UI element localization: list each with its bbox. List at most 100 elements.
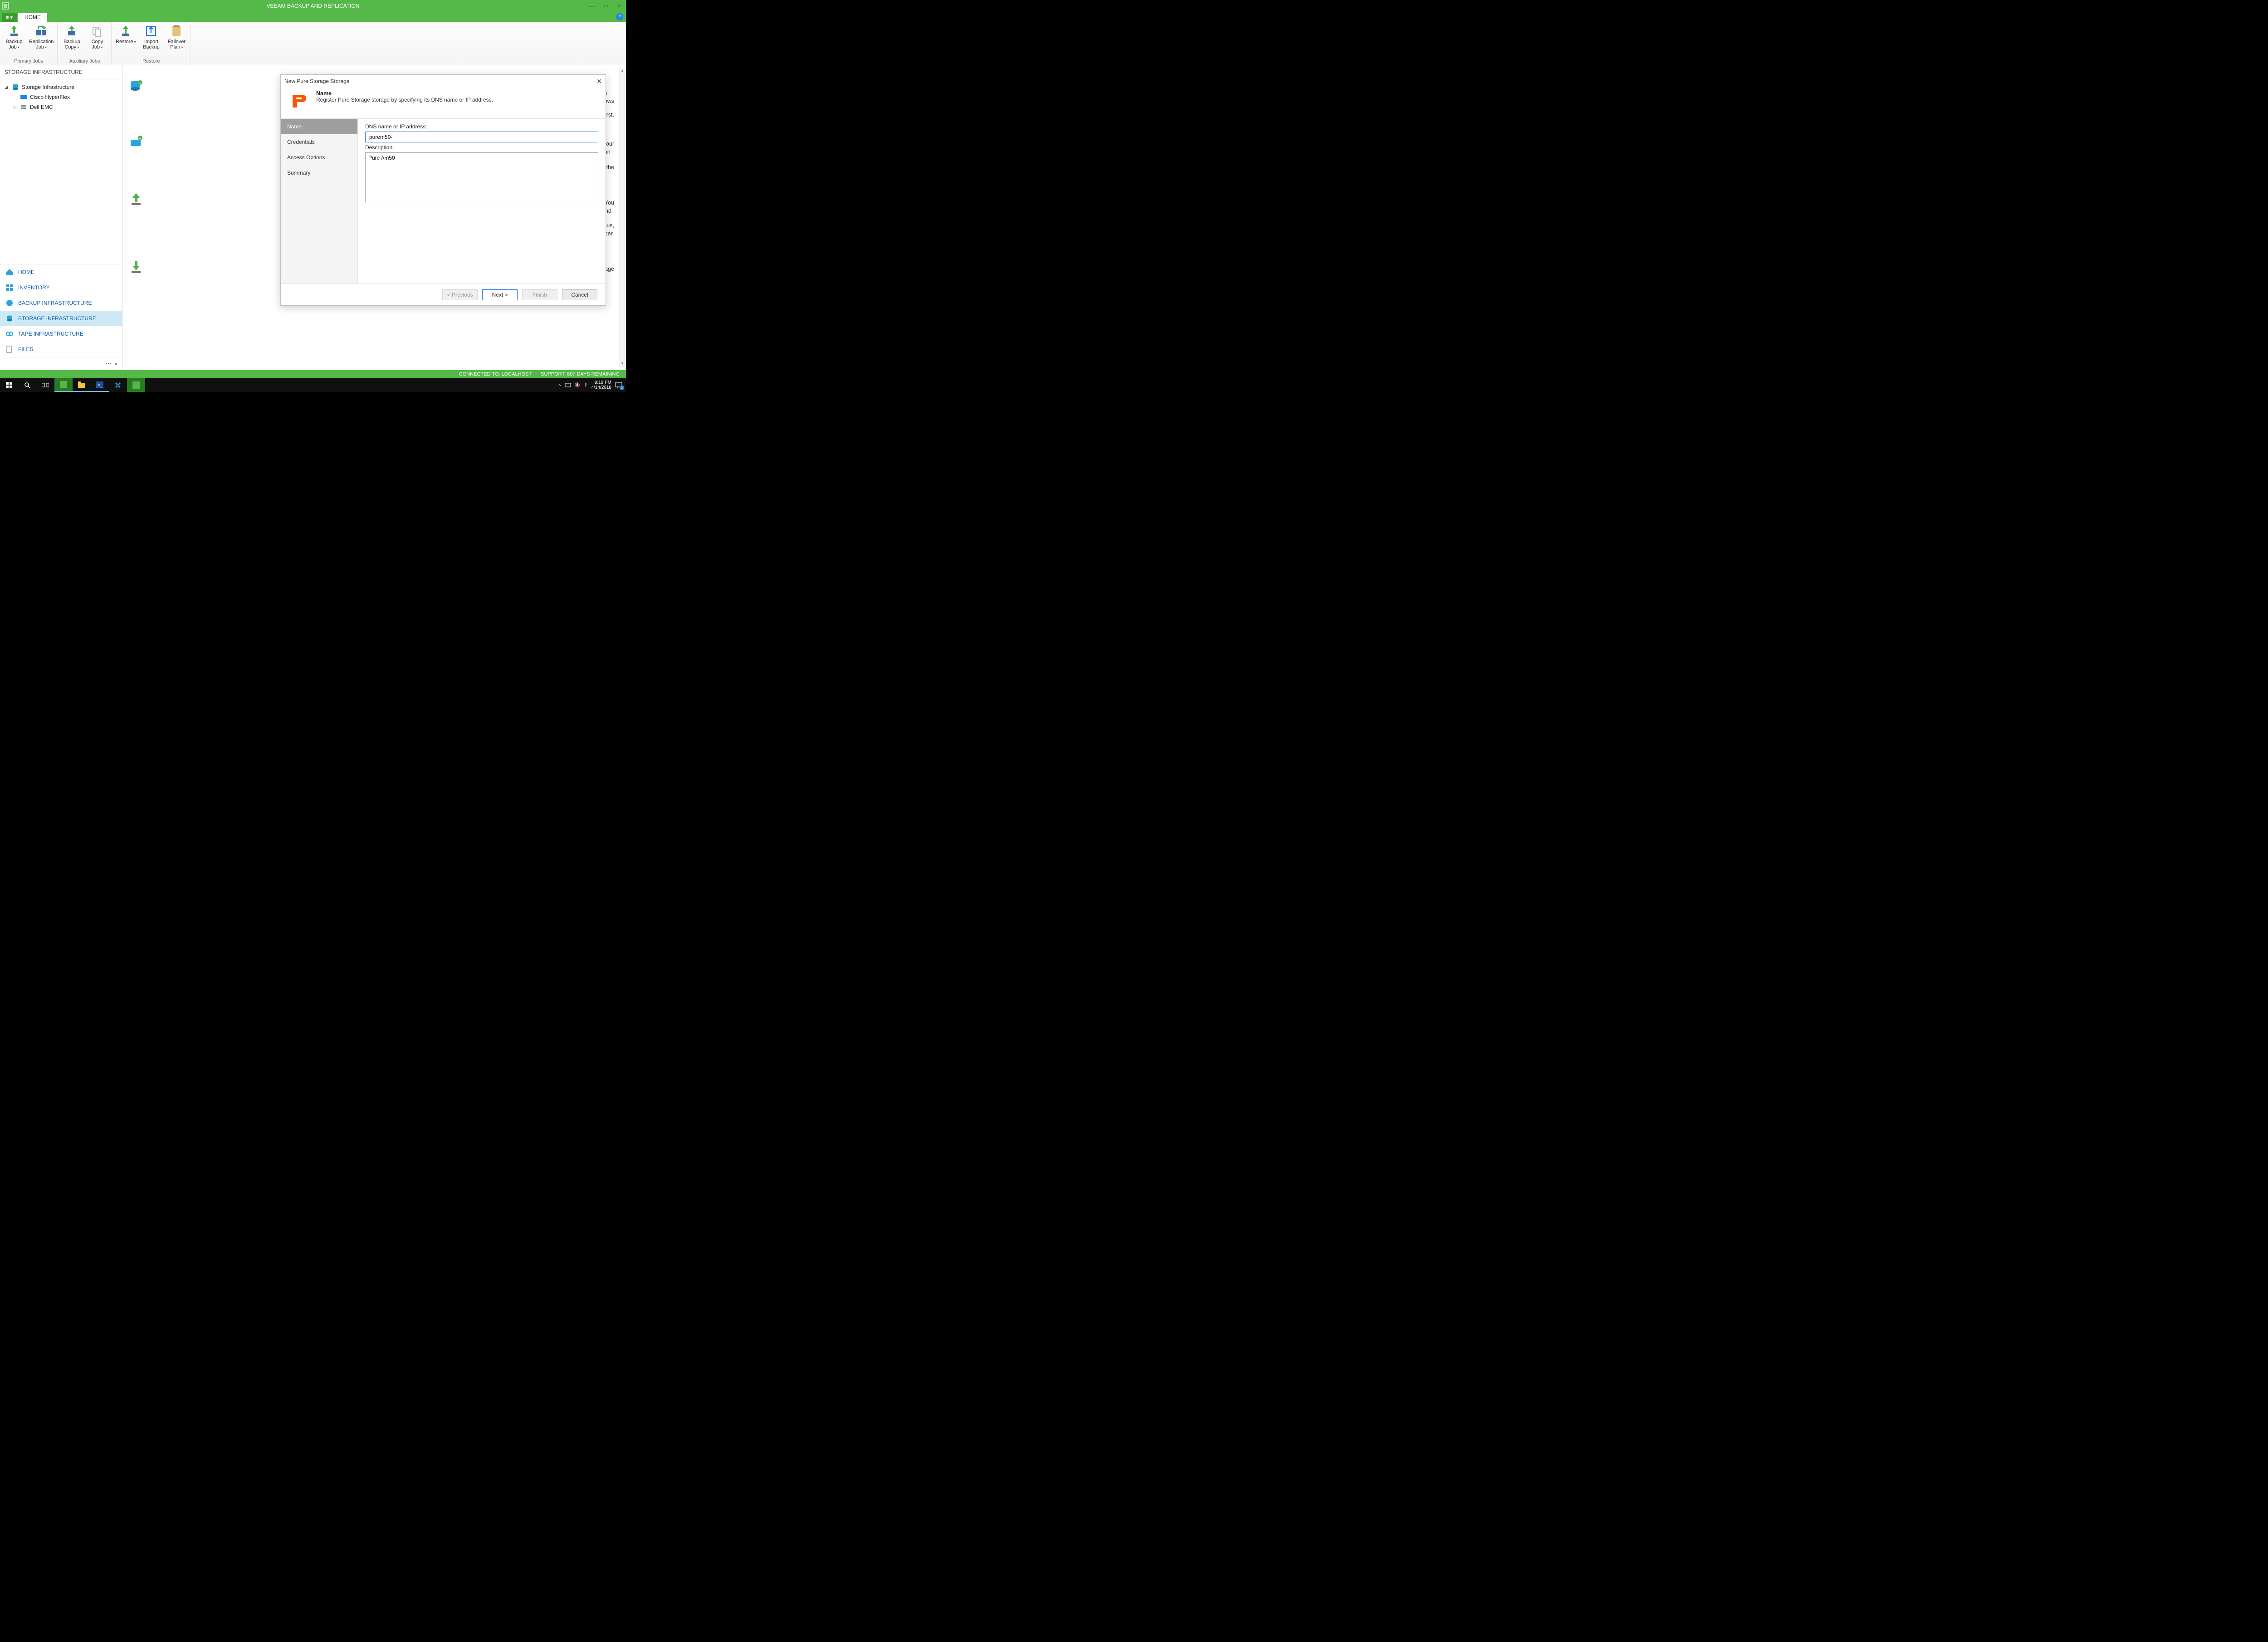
ribbon-group-restore: Restore Import Backup Failover Plan Rest… [112, 22, 191, 65]
dialog-nav-summary[interactable]: Summary [281, 165, 357, 181]
tree-root-storage-infrastructure[interactable]: ◢ Storage Infrastructure [2, 82, 120, 92]
storage-infra-nav-icon [5, 314, 14, 323]
scroll-down-icon[interactable]: ▾ [619, 361, 626, 367]
dialog-nav-name[interactable]: Name [281, 119, 357, 134]
backup-job-button[interactable]: Backup Job [4, 24, 24, 58]
import-backup-icon [144, 24, 158, 38]
dns-input[interactable] [365, 132, 598, 142]
files-icon [5, 345, 14, 353]
new-pure-storage-dialog: New Pure Storage Storage ✕ Name Register… [280, 74, 606, 306]
description-label: Description: [365, 144, 598, 151]
failover-plan-button[interactable]: Failover Plan [166, 24, 187, 58]
dialog-step-subtitle: Register Pure Storage storage by specify… [316, 97, 493, 103]
maximize-button[interactable]: ▭ [599, 0, 612, 12]
nav-storage-infra[interactable]: STORAGE INFRASTRUCTURE [0, 311, 122, 326]
help-icon[interactable]: ? [616, 13, 623, 20]
nav-inventory[interactable]: INVENTORY [0, 280, 122, 295]
cancel-button[interactable]: Cancel [562, 289, 597, 300]
tray-usb-icon[interactable]: ⇪ [584, 383, 587, 388]
previous-button: < Previous [442, 289, 478, 300]
dialog-title-bar: New Pure Storage Storage ✕ [281, 75, 606, 88]
step-upload-icon [129, 191, 143, 206]
tree-item-dell-emc[interactable]: ▷ Dell EMC [2, 102, 120, 112]
nav-options-icon[interactable]: ⋯ [106, 360, 112, 367]
step-download-icon [129, 259, 143, 274]
taskbar-app-explorer[interactable] [73, 378, 91, 392]
nav-backup-infra[interactable]: BACKUP INFRASTRUCTURE [0, 295, 122, 311]
nav-files[interactable]: FILES [0, 342, 122, 357]
taskbar: >_ ˄ 🔇 ⇪ 9:19 PM 4/14/2018 2 [0, 378, 626, 392]
scroll-up-icon[interactable]: ▴ [619, 68, 626, 74]
restore-button[interactable]: Restore [115, 24, 136, 58]
ribbon-group-primary: Backup Job Replication Job Primary Jobs [0, 22, 58, 65]
dialog-body: Name Credentials Access Options Summary … [281, 119, 606, 283]
description-input[interactable] [365, 152, 598, 202]
svg-text:>_: >_ [98, 383, 103, 388]
taskbar-app-veeam-2[interactable] [127, 378, 145, 392]
tree: ◢ Storage Infrastructure Cisco HyperFlex… [0, 79, 122, 115]
backup-infra-icon [5, 299, 14, 307]
svg-text:+: + [139, 137, 142, 141]
group-label-restore: Restore [115, 58, 187, 64]
status-support: SUPPORT: 807 DAYS REMAINING [541, 371, 620, 377]
dialog-nav-access-options[interactable]: Access Options [281, 150, 357, 165]
notification-badge: 2 [620, 386, 624, 390]
task-view-button[interactable] [36, 378, 54, 392]
menu-strip: ≡ ▾ HOME ? [0, 12, 626, 22]
close-button[interactable]: ✕ [612, 0, 626, 12]
import-backup-button[interactable]: Import Backup [141, 24, 161, 58]
expand-icon[interactable]: ▷ [13, 105, 17, 110]
home-icon [5, 268, 14, 276]
main-content: guest files and application ersal Storag… [122, 65, 626, 370]
dell-icon [20, 103, 27, 111]
tray-expand-icon[interactable]: ˄ [558, 383, 561, 388]
action-center-icon[interactable]: 2 [615, 382, 622, 388]
status-bar: CONNECTED TO: LOCALHOST SUPPORT: 807 DAY… [0, 370, 626, 378]
sidebar-panel-title: STORAGE INFRASTRUCTURE [0, 65, 122, 79]
search-button[interactable] [18, 378, 36, 392]
finish-button: Finish [522, 289, 557, 300]
dialog-header: Name Register Pure Storage storage by sp… [281, 88, 606, 119]
inventory-icon [5, 283, 14, 292]
copy-job-button[interactable]: Copy Job [87, 24, 108, 58]
app-icon [0, 0, 11, 12]
restore-icon [118, 24, 133, 38]
taskbar-app-veeam[interactable] [54, 378, 73, 392]
tray-volume-muted-icon[interactable]: 🔇 [575, 383, 580, 388]
nav-footer: ⋯ » [0, 357, 122, 370]
dialog-footer: < Previous Next > Finish Cancel [281, 283, 606, 305]
window-controls: — ▭ ✕ [585, 0, 626, 12]
sidebar: STORAGE INFRASTRUCTURE ◢ Storage Infrast… [0, 65, 122, 370]
dialog-close-button[interactable]: ✕ [596, 78, 602, 85]
group-label-aux: Auxiliary Jobs [61, 58, 108, 64]
ribbon: Backup Job Replication Job Primary Jobs … [0, 22, 626, 65]
nav-home[interactable]: HOME [0, 264, 122, 280]
tab-home[interactable]: HOME [18, 13, 47, 22]
dialog-nav: Name Credentials Access Options Summary [281, 119, 358, 283]
pure-storage-logo-icon [288, 90, 310, 112]
minimize-button[interactable]: — [585, 0, 599, 12]
main-menu-button[interactable]: ≡ ▾ [2, 13, 17, 22]
tree-item-cisco-hyperflex[interactable]: Cisco HyperFlex [2, 92, 120, 102]
copy-job-icon [90, 24, 104, 38]
step-add-icon: + [129, 133, 143, 148]
taskbar-app-vscode[interactable] [109, 378, 127, 392]
dialog-nav-credentials[interactable]: Credentials [281, 134, 357, 150]
next-button[interactable]: Next > [482, 289, 518, 300]
cisco-icon [20, 93, 27, 101]
backup-copy-button[interactable]: Backup Copy [61, 24, 82, 58]
nav-overflow-icon[interactable]: » [114, 360, 117, 367]
nav-tape-infra[interactable]: TAPE INFRASTRUCTURE [0, 326, 122, 342]
scrollbar[interactable]: ▴ ▾ [619, 68, 626, 367]
svg-text:+: + [139, 81, 142, 85]
clock[interactable]: 9:19 PM 4/14/2018 [591, 380, 612, 390]
collapse-icon[interactable]: ◢ [5, 85, 9, 90]
replication-job-button[interactable]: Replication Job [29, 24, 54, 58]
start-button[interactable] [0, 378, 18, 392]
title-bar: VEEAM BACKUP AND REPLICATION — ▭ ✕ [0, 0, 626, 12]
taskbar-app-powershell[interactable]: >_ [91, 378, 109, 392]
dialog-form: DNS name or IP address: Description: [358, 119, 606, 283]
dialog-title: New Pure Storage Storage [284, 78, 349, 84]
nav-list: HOME INVENTORY BACKUP INFRASTRUCTURE STO… [0, 264, 122, 370]
tray-network-icon[interactable] [565, 382, 571, 388]
